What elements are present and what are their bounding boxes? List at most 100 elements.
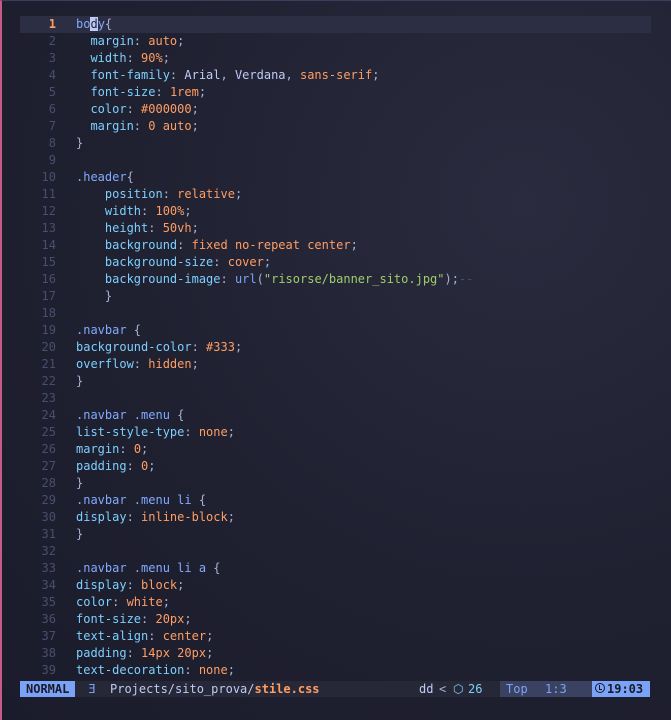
code-line[interactable]: 29 .navbar .menu li { — [20, 492, 651, 509]
code-token: 14px 20px — [141, 646, 207, 660]
code-line[interactable]: 5 font-size: 1rem; — [20, 84, 651, 101]
code-token: 20px — [155, 612, 185, 626]
code-line[interactable]: 25 list-style-type: none; — [20, 424, 651, 441]
branch-label: dd — [419, 682, 434, 696]
file-name: stile.css — [254, 682, 320, 696]
code-line[interactable]: 17 } — [20, 288, 651, 305]
code-token: : — [126, 51, 142, 65]
code-token: } — [76, 527, 84, 541]
line-code: } — [76, 373, 83, 390]
line-code: margin: 0 auto; — [76, 118, 198, 135]
code-line[interactable]: 34 display: block; — [20, 577, 651, 594]
line-code: padding: 14px 20px; — [76, 645, 213, 662]
code-line[interactable]: 9 — [20, 152, 651, 169]
code-token: Verdana — [234, 68, 286, 82]
code-token: none — [198, 425, 228, 439]
code-line[interactable]: 22} — [20, 373, 651, 390]
statusline: NORMAL Ǝ Projects/sito_prova/stile.css d… — [20, 681, 650, 697]
code-token: padding — [76, 646, 127, 660]
code-line[interactable]: 11 position: relative; — [20, 186, 651, 203]
code-token: overflow — [76, 357, 134, 371]
code-token: ; — [206, 646, 214, 660]
code-token: , — [285, 68, 300, 82]
code-token: Arial — [184, 68, 221, 82]
css-file-icon: Ǝ — [88, 682, 96, 696]
code-line[interactable]: 33 .navbar .menu li a { — [20, 560, 651, 577]
code-line[interactable]: 1 body{ — [20, 16, 651, 33]
code-token: : — [148, 629, 163, 643]
code-token: : — [213, 255, 228, 269]
code-line[interactable]: 24 .navbar .menu { — [20, 407, 651, 424]
code-line[interactable]: 21 overflow: hidden; — [20, 356, 651, 373]
code-line[interactable]: 23 — [20, 390, 651, 407]
line-number: 1 — [48, 17, 56, 31]
code-line[interactable]: 10 .header{ — [20, 169, 651, 186]
line-number: 33 — [41, 561, 56, 575]
code-line[interactable]: 19 .navbar { — [20, 322, 651, 339]
code-line[interactable]: 2 margin: auto; — [20, 33, 651, 50]
code-token: : — [133, 357, 149, 371]
code-token: : — [141, 204, 156, 218]
code-token: font-family — [76, 68, 170, 82]
code-line[interactable]: 12 width: 100%; — [20, 203, 651, 220]
code-token: { — [133, 323, 142, 337]
line-code: margin: auto; — [76, 33, 184, 50]
code-token: } — [76, 476, 84, 490]
line-code: background-color: #333; — [76, 339, 242, 356]
code-token: display — [76, 578, 127, 592]
code-line[interactable]: 27 padding: 0; — [20, 458, 651, 475]
line-number: 13 — [41, 221, 56, 235]
code-line[interactable]: 32 — [20, 543, 651, 560]
code-line[interactable]: 8} — [20, 135, 651, 152]
code-line[interactable]: 37 text-align: center; — [20, 628, 651, 645]
code-token: ; — [191, 357, 199, 371]
code-line[interactable]: 20 background-color: #333; — [20, 339, 651, 356]
line-code: } — [76, 475, 83, 492]
line-number: 38 — [41, 646, 56, 660]
code-line[interactable]: 38 padding: 14px 20px; — [20, 645, 651, 662]
code-token: height — [76, 221, 149, 235]
code-line[interactable]: 28} — [20, 475, 651, 492]
file-path[interactable]: Projects/sito_prova/stile.css — [110, 681, 320, 697]
line-code: overflow: hidden; — [76, 356, 199, 373]
line-number: 9 — [48, 153, 56, 167]
code-token: ; — [234, 187, 243, 201]
line-code: width: 90%; — [76, 50, 170, 67]
code-editor[interactable]: 1 body{2 margin: auto; 3 width: 90%; 4 font… — [20, 16, 651, 680]
code-line[interactable]: 7 margin: 0 auto; — [20, 118, 651, 135]
cursor-position: 1:3 — [545, 682, 567, 696]
code-token: .navbar .menu — [76, 408, 178, 422]
code-token: : — [169, 68, 185, 82]
code-token: padding — [76, 459, 127, 473]
line-number: 24 — [41, 408, 56, 422]
code-line[interactable]: 6 color: #000000; — [20, 101, 651, 118]
code-line[interactable]: 13 height: 50vh; — [20, 220, 651, 237]
line-number: 35 — [41, 595, 56, 609]
line-number: 39 — [41, 663, 56, 677]
file-path-prefix: Projects/sito_prova/ — [110, 682, 255, 696]
line-number: 11 — [41, 187, 56, 201]
line-code: color: #000000; — [76, 101, 198, 118]
line-number: 19 — [41, 323, 56, 337]
code-line[interactable]: 31} — [20, 526, 651, 543]
code-line[interactable]: 35 color: white; — [20, 594, 651, 611]
code-line[interactable]: 15 background-size: cover; — [20, 254, 651, 271]
code-line[interactable]: 36 font-size: 20px; — [20, 611, 651, 628]
code-token: none — [198, 663, 228, 677]
code-line[interactable]: 26 margin: 0; — [20, 441, 651, 458]
code-token: auto — [148, 34, 178, 48]
code-line[interactable]: 30 display: inline-block; — [20, 509, 651, 526]
code-line[interactable]: 4 font-family: Arial, Verdana, sans-seri… — [20, 67, 651, 84]
line-code: .navbar .menu { — [76, 407, 184, 424]
line-number: 26 — [41, 442, 56, 456]
code-line[interactable]: 18 — [20, 305, 651, 322]
code-line[interactable]: 3 width: 90%; — [20, 50, 651, 67]
code-token: list-style-type — [76, 425, 185, 439]
code-line[interactable]: 16 background-image: url("risorse/banner… — [20, 271, 651, 288]
code-line[interactable]: 14 background: fixed no-repeat center; — [20, 237, 651, 254]
code-token: "risorse/banner_sito.jpg" — [263, 272, 445, 286]
code-line[interactable]: 39 text-decoration: none; — [20, 662, 651, 679]
code-token: ; — [191, 221, 199, 235]
code-token: font-size — [76, 85, 156, 99]
code-token: #000000 — [141, 102, 192, 116]
